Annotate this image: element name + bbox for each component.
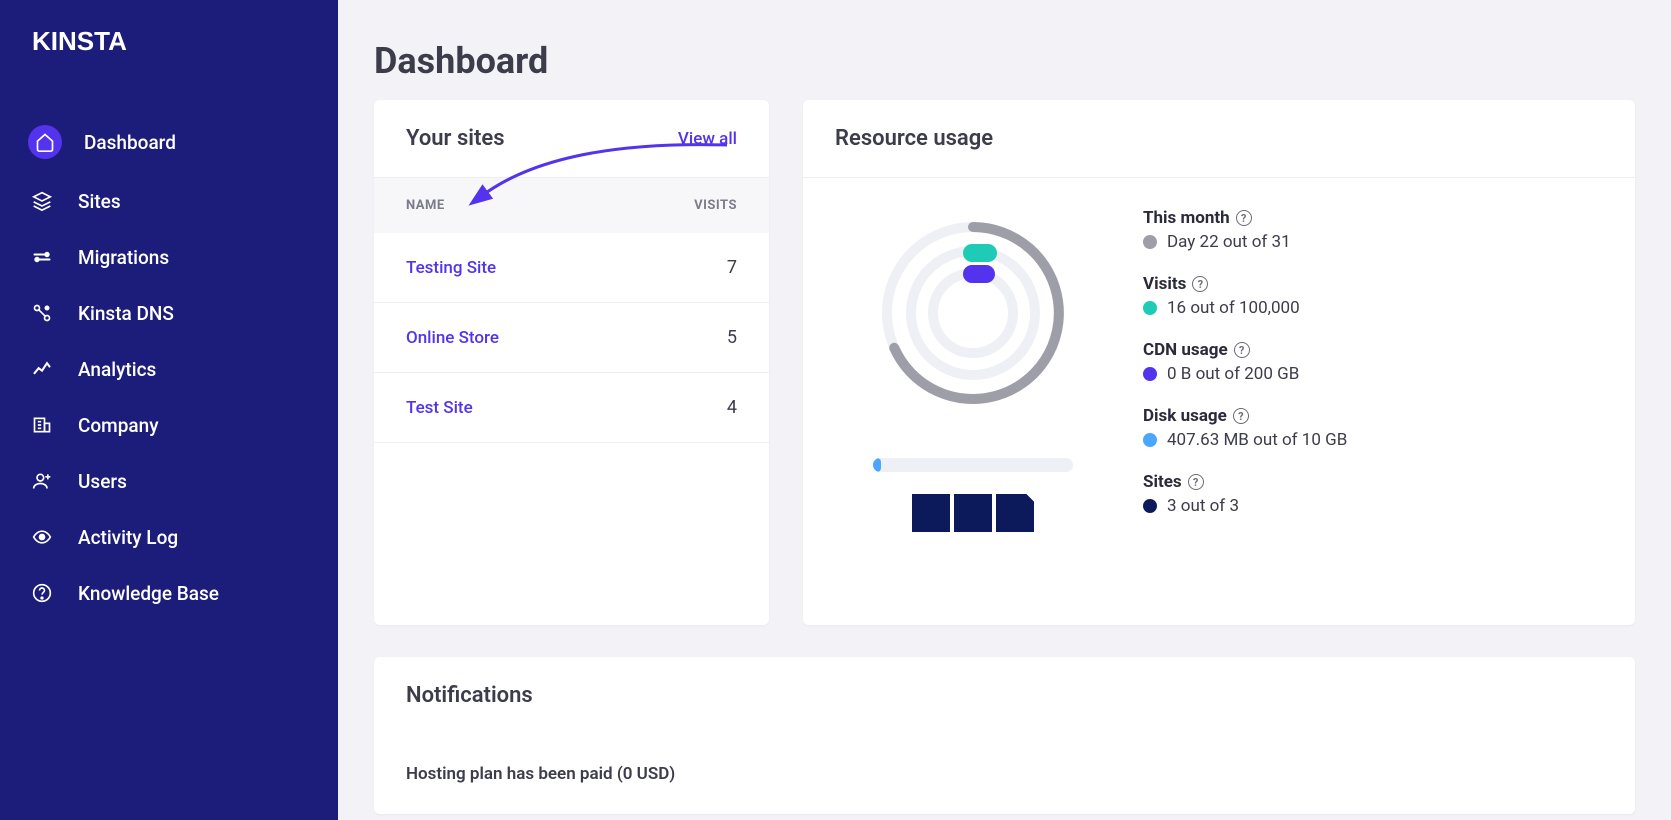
sidebar-item-sites[interactable]: Sites: [0, 173, 338, 229]
site-visits: 7: [727, 257, 737, 278]
site-row: Test Site 4: [374, 373, 769, 443]
nav-list: Dashboard Sites Migrations Kinsta DNS Analyt…: [0, 111, 338, 621]
dot-icon: [1143, 301, 1157, 315]
legend-cdn: CDN usage? 0 B out of 200 GB: [1143, 340, 1595, 384]
brand-logo: KINSTA: [0, 28, 338, 111]
sidebar-item-kinsta-dns[interactable]: Kinsta DNS: [0, 285, 338, 341]
sites-table-head: NAME VISITS: [374, 178, 769, 233]
view-all-link[interactable]: View all: [678, 129, 737, 149]
help-icon[interactable]: ?: [1192, 276, 1208, 292]
sidebar-item-label: Sites: [78, 190, 121, 213]
site-icon: [996, 494, 1034, 532]
dns-icon: [28, 299, 56, 327]
dot-icon: [1143, 367, 1157, 381]
brand-text: KINSTA: [32, 28, 127, 56]
sites-icons: [912, 494, 1034, 532]
sidebar-item-label: Migrations: [78, 246, 169, 269]
notification-item[interactable]: Hosting plan has been paid (0 USD): [406, 764, 1603, 784]
site-visits: 5: [727, 327, 737, 348]
help-icon[interactable]: ?: [1233, 408, 1249, 424]
col-name: NAME: [406, 198, 445, 213]
main: Dashboard Your sites View all NAME VISIT…: [338, 0, 1671, 820]
sidebar-item-label: Analytics: [78, 358, 156, 381]
site-icon: [912, 494, 950, 532]
sidebar: KINSTA Dashboard Sites Migrations Kinsta DN…: [0, 0, 338, 820]
legend-disk: Disk usage? 407.63 MB out of 10 GB: [1143, 406, 1595, 450]
card-notifications: Notifications Hosting plan has been paid…: [374, 657, 1635, 814]
users-icon: [28, 467, 56, 495]
sidebar-item-users[interactable]: Users: [0, 453, 338, 509]
page-title: Dashboard: [374, 40, 1635, 82]
site-link[interactable]: Online Store: [406, 328, 499, 348]
help-icon[interactable]: ?: [1236, 210, 1252, 226]
resource-title: Resource usage: [835, 126, 993, 151]
disk-usage-bar: [873, 458, 1073, 472]
migrations-icon: [28, 243, 56, 271]
legend-this-month: This month? Day 22 out of 31: [1143, 208, 1595, 252]
sidebar-item-label: Dashboard: [84, 131, 176, 154]
notifications-title: Notifications: [406, 683, 533, 708]
layers-icon: [28, 187, 56, 215]
site-link[interactable]: Testing Site: [406, 258, 496, 278]
dot-icon: [1143, 499, 1157, 513]
your-sites-title: Your sites: [406, 126, 505, 151]
col-visits: VISITS: [694, 198, 737, 213]
legend-visits: Visits? 16 out of 100,000: [1143, 274, 1595, 318]
home-icon: [28, 125, 62, 159]
dot-icon: [1143, 235, 1157, 249]
card-resource-usage: Resource usage: [803, 100, 1635, 625]
sidebar-item-label: Company: [78, 414, 159, 437]
sidebar-item-label: Users: [78, 470, 127, 493]
eye-icon: [28, 523, 56, 551]
analytics-icon: [28, 355, 56, 383]
sidebar-item-label: Kinsta DNS: [78, 302, 174, 325]
site-row: Testing Site 7: [374, 233, 769, 303]
resource-gauge: [868, 208, 1078, 418]
sidebar-item-migrations[interactable]: Migrations: [0, 229, 338, 285]
site-visits: 4: [727, 397, 737, 418]
sidebar-item-analytics[interactable]: Analytics: [0, 341, 338, 397]
site-link[interactable]: Test Site: [406, 398, 473, 418]
legend-sites: Sites? 3 out of 3: [1143, 472, 1595, 516]
sidebar-item-label: Activity Log: [78, 526, 178, 549]
sidebar-item-company[interactable]: Company: [0, 397, 338, 453]
help-icon: [28, 579, 56, 607]
company-icon: [28, 411, 56, 439]
site-icon: [954, 494, 992, 532]
card-your-sites: Your sites View all NAME VISITS Testing …: [374, 100, 769, 625]
sidebar-item-label: Knowledge Base: [78, 582, 219, 605]
sidebar-item-dashboard[interactable]: Dashboard: [0, 111, 338, 173]
sidebar-item-activity-log[interactable]: Activity Log: [0, 509, 338, 565]
sidebar-item-knowledge-base[interactable]: Knowledge Base: [0, 565, 338, 621]
dot-icon: [1143, 433, 1157, 447]
help-icon[interactable]: ?: [1188, 474, 1204, 490]
help-icon[interactable]: ?: [1234, 342, 1250, 358]
site-row: Online Store 5: [374, 303, 769, 373]
